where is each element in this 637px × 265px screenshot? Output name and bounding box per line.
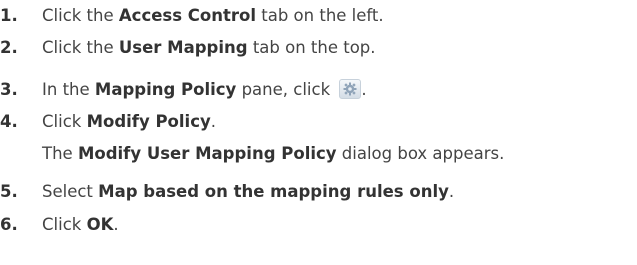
step-text: Click the Access Control tab on the left… xyxy=(42,4,384,28)
step-text-after-icon: . xyxy=(361,80,367,99)
step-number: 6. xyxy=(0,215,18,234)
step-number: 3. xyxy=(0,80,18,99)
step-bold-term: Mapping Policy xyxy=(94,80,237,99)
step-text: Click OK. xyxy=(42,213,119,237)
step-bold-term: Modify Policy xyxy=(86,112,211,131)
step-text-post: tab on the left. xyxy=(256,6,384,25)
step-text-pre: Click the xyxy=(42,6,119,25)
step-text: Click Modify Policy. xyxy=(42,110,216,134)
gear-icon xyxy=(339,79,362,99)
step-number: 2. xyxy=(0,38,18,57)
step-number: 4. xyxy=(0,112,18,131)
instruction-steps: 1. Click the Access Control tab on the l… xyxy=(0,0,637,265)
step-text-post: . xyxy=(448,182,455,201)
note-text-pre: The xyxy=(42,144,78,163)
step-text-pre: Click the xyxy=(42,38,119,57)
step-text: Click the User Mapping tab on the top. xyxy=(42,36,376,60)
step-bold-term: OK xyxy=(86,215,114,234)
step-text: In the Mapping Policy pane, click . xyxy=(42,78,367,102)
step-number: 5. xyxy=(0,182,18,201)
note-bold-term: Modify User Mapping Policy xyxy=(77,144,337,163)
step-4-result-note: The Modify User Mapping Policy dialog bo… xyxy=(42,142,504,166)
step-bold-term: Map based on the mapping rules only xyxy=(98,182,449,201)
step-text-pre: Click xyxy=(42,112,87,131)
step-text-post: pane, click xyxy=(236,80,336,99)
step-text-pre: Click xyxy=(42,215,87,234)
step-text-pre: In the xyxy=(42,80,95,99)
step-text-post: . xyxy=(210,112,216,131)
step-number: 1. xyxy=(0,6,18,25)
note-text-post: dialog box appears. xyxy=(336,144,505,163)
step-bold-term: User Mapping xyxy=(118,38,248,57)
step-text: Select Map based on the mapping rules on… xyxy=(42,180,454,204)
step-text-pre: Select xyxy=(42,182,99,201)
step-text-post: . xyxy=(113,215,119,234)
step-bold-term: Access Control xyxy=(118,6,257,25)
step-text-post: tab on the top. xyxy=(247,38,376,57)
